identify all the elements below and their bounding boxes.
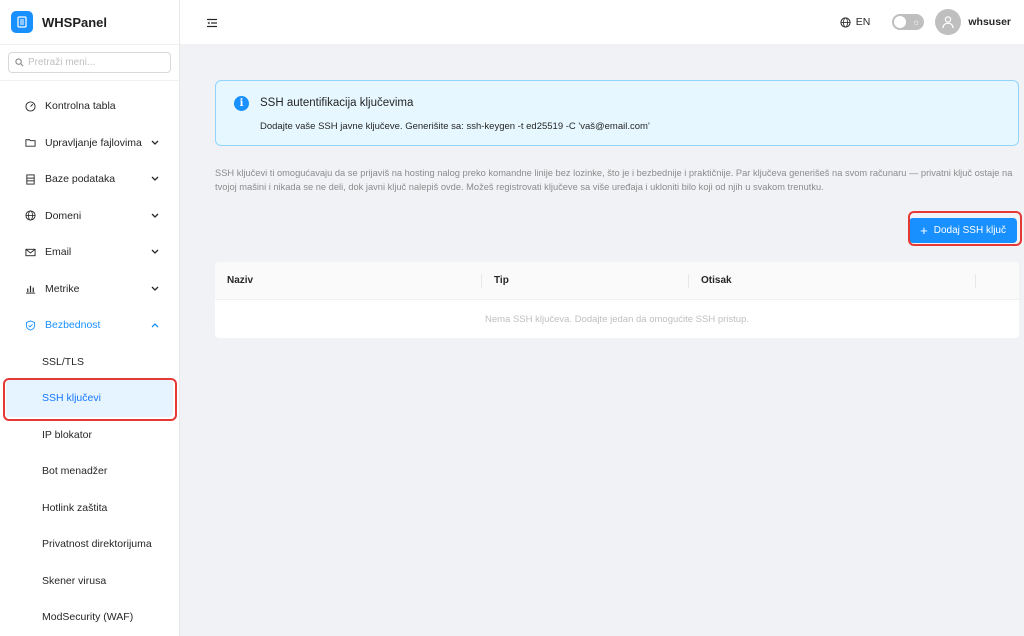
sun-icon: ☼ <box>912 17 921 27</box>
sidebar-item-label: Email <box>45 246 72 259</box>
dashboard-icon <box>24 100 36 112</box>
sidebar-item-email[interactable]: Email <box>0 234 179 271</box>
alert-title: SSH autentifikacija ključevima <box>260 97 414 109</box>
plus-icon: + <box>920 222 928 238</box>
chevron-down-icon <box>150 175 159 184</box>
sidebar-item-label: Baze podataka <box>45 173 116 186</box>
sidebar-subitem-virus-scanner[interactable]: Skener virusa <box>0 563 179 600</box>
actions-bar: + Dodaj SSH ključ <box>215 194 1019 247</box>
chart-icon <box>24 283 36 295</box>
chevron-up-icon <box>150 321 159 330</box>
alert-description: Dodajte vaše SSH javne ključeve. Generiš… <box>260 121 650 132</box>
chevron-down-icon <box>150 138 159 147</box>
info-alert: i SSH autentifikacija ključevima Dodajte… <box>215 80 1019 146</box>
server-logo-icon <box>11 11 33 33</box>
globe-icon <box>840 16 851 28</box>
info-icon: i <box>234 96 249 111</box>
column-header-actions <box>976 262 1019 299</box>
sidebar-menu: Kontrolna tabla Upravljanje fajlovima Ba… <box>0 81 179 636</box>
sidebar-item-domains[interactable]: Domeni <box>0 198 179 235</box>
column-header-name[interactable]: Naziv <box>215 262 482 299</box>
add-ssh-key-label: Dodaj SSH ključ <box>933 225 1006 236</box>
sidebar-subitem-ssh-keys[interactable]: SSH ključevi <box>6 380 173 417</box>
sidebar-item-dashboard[interactable]: Kontrolna tabla <box>0 88 179 125</box>
sidebar-subitem-bot-manager[interactable]: Bot menadžer <box>0 453 179 490</box>
language-selector[interactable]: EN <box>840 16 871 28</box>
sidebar-subitem-ip-blocker[interactable]: IP blokator <box>0 417 179 454</box>
brand-name: WHSPanel <box>42 14 108 30</box>
folder-icon <box>24 137 36 149</box>
chevron-down-icon <box>150 248 159 257</box>
theme-toggle[interactable]: ☼ <box>892 14 925 30</box>
ssh-keys-table: Naziv Tip Otisak Nema SSH ključeva. Doda… <box>215 262 1019 338</box>
sidebar-item-databases[interactable]: Baze podataka <box>0 161 179 198</box>
column-header-type[interactable]: Tip <box>482 262 689 299</box>
sidebar-subitem-ssl-tls[interactable]: SSL/TLS <box>0 344 179 381</box>
sidebar-subitem-modsecurity[interactable]: ModSecurity (WAF) <box>0 599 179 636</box>
menu-search <box>0 45 179 81</box>
username[interactable]: whsuser <box>968 16 1011 28</box>
sidebar-item-file-management[interactable]: Upravljanje fajlovima <box>0 125 179 162</box>
sidebar-item-label: Metrike <box>45 282 80 295</box>
table-header: Naziv Tip Otisak <box>215 262 1019 300</box>
table-empty-state: Nema SSH ključeva. Dodajte jedan da omog… <box>484 313 750 325</box>
database-icon <box>24 173 36 185</box>
sidebar-item-label: Bezbednost <box>45 319 101 332</box>
sidebar-subitem-hotlink-protection[interactable]: Hotlink zaštita <box>0 490 179 527</box>
sidebar-item-label: Domeni <box>45 209 82 222</box>
chevron-down-icon <box>150 284 159 293</box>
search-icon <box>15 58 24 67</box>
shield-icon <box>24 319 36 331</box>
brand[interactable]: WHSPanel <box>0 0 179 45</box>
globe-icon <box>24 210 36 222</box>
sidebar-item-label: Upravljanje fajlovima <box>45 136 142 149</box>
menu-collapse-icon[interactable] <box>206 16 218 28</box>
chevron-down-icon <box>150 211 159 220</box>
main-content: i SSH autentifikacija ključevima Dodajte… <box>215 80 1022 338</box>
language-label: EN <box>855 16 871 28</box>
sidebar-item-metrics[interactable]: Metrike <box>0 271 179 308</box>
page-description: SSH ključevi ti omogućavaju da se prijav… <box>215 168 1013 192</box>
column-header-fingerprint[interactable]: Otisak <box>689 262 976 299</box>
mail-icon <box>24 246 36 258</box>
sidebar-subitem-directory-privacy[interactable]: Privatnost direktorijuma <box>0 526 179 563</box>
sidebar-item-security[interactable]: Bezbednost <box>0 307 179 344</box>
sidebar-item-label: Kontrolna tabla <box>45 100 116 113</box>
avatar[interactable] <box>935 9 962 35</box>
user-icon <box>942 16 954 29</box>
add-ssh-key-button[interactable]: + Dodaj SSH ključ <box>909 218 1017 243</box>
sidebar: WHSPanel Kontrolna tabla Upravljanje faj… <box>0 0 180 636</box>
toggle-knob <box>894 16 907 28</box>
menu-search-input[interactable] <box>28 57 158 68</box>
top-header: EN ☼ whsuser <box>180 0 1024 45</box>
